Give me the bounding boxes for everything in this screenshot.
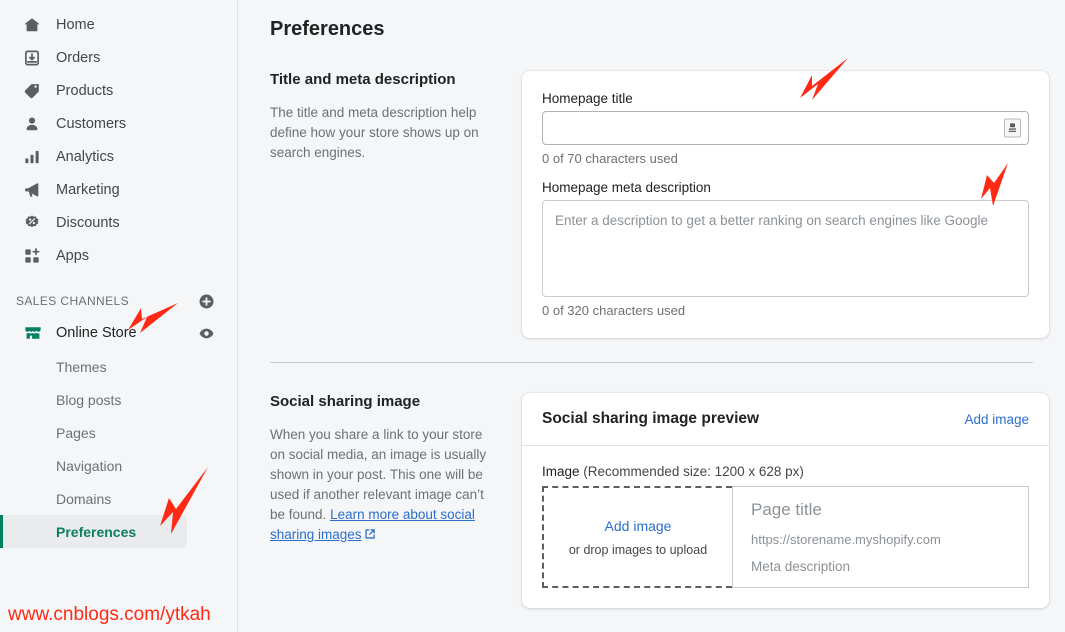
sidebar-subitem-label: Blog posts [56,391,122,408]
sidebar-item-label: Analytics [56,148,115,165]
apps-grid-icon [22,246,42,266]
sidebar-item-pages[interactable]: Pages [0,416,237,449]
sidebar-item-online-store[interactable]: Online Store [0,316,237,350]
preview-row: Add image or drop images to upload Page … [542,486,1029,588]
sidebar-item-label: Apps [56,247,90,264]
image-caption: Image (Recommended size: 1200 x 628 px) [542,464,1029,479]
discount-icon [22,213,42,233]
tag-icon [22,81,42,101]
social-preview-title: Social sharing image preview [542,410,760,427]
plus-circle-icon[interactable] [198,293,215,310]
sales-channels-header: SALES CHANNELS [0,286,237,316]
page-title: Preferences [270,18,385,40]
section-heading: Social sharing image [270,393,421,410]
sidebar-item-customers[interactable]: Customers [0,107,237,140]
bar-chart-icon [22,147,42,167]
dropzone-hint: or drop images to upload [568,542,708,557]
person-icon [22,114,42,134]
sidebar-subitem-label: Preferences [56,523,137,540]
preview-meta: Page title https://storename.myshopify.c… [732,486,1029,588]
social-sharing-section: Social sharing image When you share a li… [270,393,1049,608]
section-description: When you share a link to your store on s… [270,425,496,546]
homepage-title-counter: 0 of 70 characters used [542,151,678,166]
dropzone-add-image-label: Add image [604,517,672,534]
sidebar-item-label: Marketing [56,181,120,198]
orders-icon [22,48,42,68]
preview-page-title: Page title [751,500,822,519]
sidebar-item-domains[interactable]: Domains [0,482,237,515]
sidebar: Home Orders Products Customers Analytics [0,0,238,632]
external-link-icon [364,526,376,546]
sidebar-item-themes[interactable]: Themes [0,350,237,383]
recommended-size-text: (Recommended size: 1200 x 628 px) [583,464,804,479]
meta-description-textarea[interactable]: Enter a description to get a better rank… [542,200,1029,297]
social-preview-card-header: Social sharing image preview Add image [522,393,1049,446]
homepage-title-input[interactable] [542,111,1029,145]
image-label: Image [542,464,580,479]
sidebar-item-discounts[interactable]: Discounts [0,206,237,239]
sidebar-item-products[interactable]: Products [0,74,237,107]
sidebar-subitem-label: Domains [56,490,112,507]
sidebar-item-blog-posts[interactable]: Blog posts [0,383,237,416]
megaphone-icon [22,180,42,200]
insert-variable-icon[interactable] [1004,118,1021,138]
sidebar-item-label: Home [56,16,95,33]
sidebar-item-analytics[interactable]: Analytics [0,140,237,173]
sidebar-item-apps[interactable]: Apps [0,239,237,272]
title-meta-card: Homepage title 0 of 70 characters used H… [522,71,1049,338]
sidebar-subitem-label: Navigation [56,457,123,474]
preview-url: https://storename.myshopify.com [751,532,941,547]
image-dropzone[interactable]: Add image or drop images to upload [542,486,732,588]
home-icon [22,15,42,35]
section-description: The title and meta description help defi… [270,105,479,160]
add-image-link[interactable]: Add image [964,412,1029,427]
eye-icon[interactable] [198,325,215,342]
sidebar-item-label: Online Store [56,325,137,341]
watermark-text: www.cnblogs.com/ytkah [8,604,211,625]
sidebar-item-navigation[interactable]: Navigation [0,449,237,482]
meta-description-counter: 0 of 320 characters used [542,303,686,318]
storefront-icon [22,323,43,344]
title-meta-section: Title and meta description The title and… [270,71,1049,338]
sidebar-item-home[interactable]: Home [0,8,237,41]
social-preview-card: Social sharing image preview Add image I… [522,393,1049,608]
title-meta-description-column: Title and meta description The title and… [270,71,522,338]
sidebar-subitem-label: Pages [56,424,96,441]
sales-channels-label: SALES CHANNELS [16,294,129,308]
social-preview-card-body: Image (Recommended size: 1200 x 628 px) … [522,446,1049,608]
sidebar-item-label: Customers [56,115,127,132]
sidebar-item-label: Products [56,82,114,99]
app-root: Home Orders Products Customers Analytics [0,0,1065,632]
sidebar-subitem-label: Themes [56,358,107,375]
sidebar-item-orders[interactable]: Orders [0,41,237,74]
section-divider [270,362,1033,363]
sidebar-item-preferences[interactable]: Preferences [0,515,187,548]
sidebar-item-label: Discounts [56,214,120,231]
sidebar-item-label: Orders [56,49,101,66]
social-sharing-description-column: Social sharing image When you share a li… [270,393,522,608]
meta-description-label: Homepage meta description [542,180,711,195]
sidebar-item-marketing[interactable]: Marketing [0,173,237,206]
section-heading: Title and meta description [270,71,456,88]
preview-meta-description: Meta description [751,559,851,574]
homepage-title-label: Homepage title [542,91,633,106]
main-content: Preferences Title and meta description T… [238,0,1065,632]
